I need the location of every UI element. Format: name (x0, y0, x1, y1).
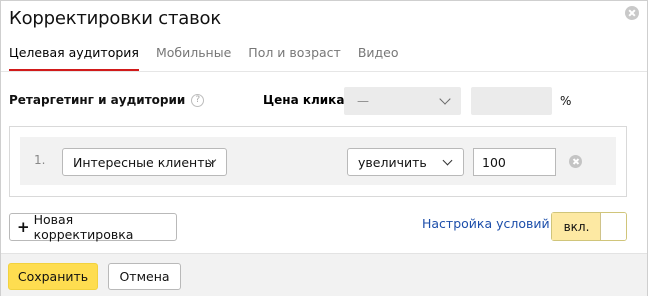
percent-sign: % (560, 94, 572, 108)
tabs-divider (1, 71, 647, 72)
section-label: Ретаргетинг и аудитории (9, 93, 186, 107)
toggle-knob (600, 213, 626, 240)
chevron-down-icon (442, 155, 453, 166)
audience-select-value: Интересные клиенты (73, 154, 215, 170)
click-price-select-value: — (357, 94, 369, 108)
click-price-input (471, 87, 552, 115)
close-icon[interactable] (625, 6, 639, 20)
tab-target-audience[interactable]: Целевая аудитория (9, 45, 139, 71)
tab-video[interactable]: Видео (358, 45, 399, 71)
dialog-title: Корректировки ставок (9, 8, 222, 29)
direction-select[interactable]: увеличить (347, 148, 464, 176)
section-heading: Ретаргетинг и аудитории ? (9, 93, 205, 107)
direction-select-value: увеличить (358, 154, 427, 170)
enable-toggle[interactable]: вкл. (551, 212, 627, 241)
adjustment-row: 1. Интересные клиенты увеличить (20, 137, 616, 185)
toggle-on-label: вкл. (552, 213, 601, 240)
click-price-label: Цена клика (263, 93, 345, 107)
condition-settings-link[interactable]: Настройка условий (422, 216, 550, 231)
add-adjustment-label: Новая корректировка (33, 212, 134, 242)
audience-select[interactable]: Интересные клиенты (62, 148, 227, 176)
bid-adjustments-dialog: Корректировки ставок Целевая аудитория М… (0, 0, 648, 296)
tab-mobile[interactable]: Мобильные (156, 45, 231, 71)
remove-row-icon[interactable] (569, 155, 582, 168)
help-icon[interactable]: ? (191, 93, 205, 107)
add-adjustment-button[interactable]: + Новая корректировка (9, 212, 177, 242)
cancel-button[interactable]: Отмена (108, 263, 181, 290)
adjustments-list: 1. Интересные клиенты увеличить (9, 126, 627, 197)
save-button[interactable]: Сохранить (8, 263, 98, 290)
click-price-select: — (344, 87, 461, 115)
tab-gender-age[interactable]: Пол и возраст (248, 45, 341, 71)
plus-icon: + (17, 217, 30, 236)
tab-bar: Целевая аудитория Мобильные Пол и возрас… (9, 45, 399, 71)
dialog-footer: Сохранить Отмена (1, 253, 647, 296)
chevron-down-icon (439, 93, 451, 105)
adjustment-value-input[interactable] (473, 148, 556, 176)
row-number: 1. (34, 153, 46, 167)
